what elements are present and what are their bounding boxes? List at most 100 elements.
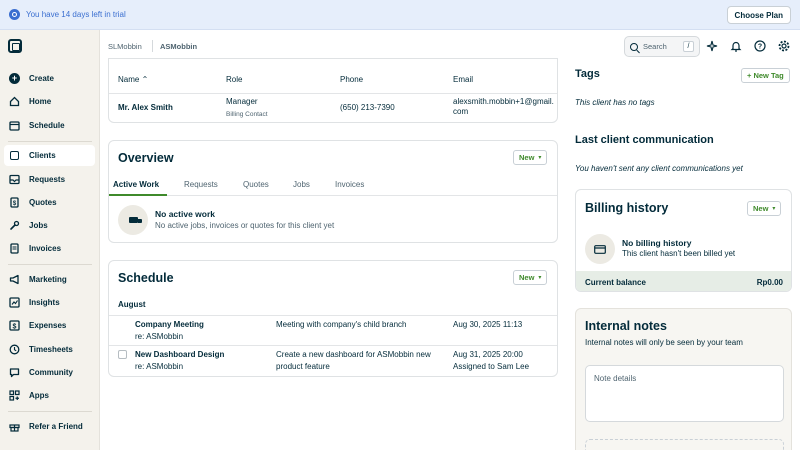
sidebar-divider	[8, 141, 92, 142]
sidebar-item-refer[interactable]: Refer a Friend	[4, 416, 95, 437]
sidebar-item-apps[interactable]: Apps	[4, 385, 95, 406]
tab-jobs[interactable]: Jobs	[293, 180, 310, 189]
tabs-divider	[109, 195, 557, 196]
sidebar-item-label: Quotes	[29, 198, 57, 207]
sidebar-item-label: Jobs	[29, 221, 48, 230]
billing-card-icon	[585, 234, 615, 264]
col-header-phone: Phone	[340, 75, 364, 84]
truck-icon	[118, 205, 148, 235]
schedule-item-date: Aug 30, 2025 11:13	[453, 320, 523, 329]
plus-circle-icon: +	[9, 73, 20, 84]
col-header-name[interactable]: Name ⌃	[118, 75, 148, 84]
overview-empty-text: No active jobs, invoices or quotes for t…	[155, 221, 335, 230]
bell-icon[interactable]	[730, 40, 742, 52]
invoice-icon	[9, 243, 20, 254]
communication-empty: You haven't sent any client communicatio…	[575, 164, 743, 173]
balance-bar: Current balance Rp0.00	[576, 271, 791, 291]
sidebar-item-invoices[interactable]: Invoices	[4, 238, 95, 259]
tab-quotes[interactable]: Quotes	[243, 180, 269, 189]
billing-empty-text: This client hasn't been billed yet	[622, 249, 736, 258]
clock-icon	[9, 344, 20, 355]
sidebar-item-clients[interactable]: Clients	[4, 145, 95, 166]
sidebar-item-marketing[interactable]: Marketing	[4, 269, 95, 290]
file-dropzone[interactable]	[585, 439, 784, 450]
sort-icon: ⌃	[141, 75, 149, 84]
billing-empty-title: No billing history	[622, 238, 692, 248]
overview-empty-title: No active work	[155, 209, 215, 219]
tags-title: Tags	[575, 68, 600, 80]
sidebar-item-quotes[interactable]: $ Quotes	[4, 192, 95, 213]
sidebar-item-home[interactable]: Home	[4, 91, 95, 112]
billing-card: Billing history New ▾ No billing history …	[575, 189, 792, 292]
svg-text:$: $	[13, 323, 17, 330]
sidebar-item-insights[interactable]: Insights	[4, 292, 95, 313]
contact-role-sub: Billing Contact	[226, 111, 268, 118]
apps-icon	[9, 390, 20, 401]
sidebar-item-expenses[interactable]: $ Expenses	[4, 315, 95, 336]
sidebar-item-label: Marketing	[29, 275, 67, 284]
active-tab-indicator	[109, 194, 167, 196]
sidebar-item-schedule[interactable]: Schedule	[4, 115, 95, 136]
sidebar-item-label: Refer a Friend	[29, 422, 83, 431]
schedule-item-assignee: Assigned to Sam Lee	[453, 362, 530, 371]
note-details-input[interactable]: Note details	[585, 365, 784, 422]
notes-subtitle: Internal notes will only be seen by your…	[585, 338, 743, 347]
contact-role: Manager	[226, 97, 258, 106]
schedule-item-sub: re: ASMobbin	[135, 362, 184, 371]
wrench-icon	[9, 220, 20, 231]
schedule-item-desc2: product feature	[276, 362, 330, 371]
billing-new-button[interactable]: New ▾	[747, 201, 782, 216]
sidebar-item-timesheets[interactable]: Timesheets	[4, 339, 95, 360]
new-tag-button[interactable]: + New Tag	[741, 68, 790, 83]
logo-icon[interactable]	[8, 39, 22, 53]
chevron-down-icon: ▾	[772, 206, 776, 212]
inbox-icon	[9, 174, 20, 185]
tab-requests[interactable]: Requests	[184, 180, 218, 189]
tab-invoices[interactable]: Invoices	[335, 180, 364, 189]
schedule-item-desc: Meeting with company's child branch	[276, 320, 407, 329]
note-placeholder: Note details	[594, 374, 637, 383]
notes-title: Internal notes	[585, 319, 667, 333]
info-icon	[9, 9, 20, 20]
breadcrumb-separator	[152, 40, 153, 52]
sidebar-item-label: Expenses	[29, 321, 67, 330]
dollar-icon: $	[9, 320, 20, 331]
gear-icon[interactable]	[778, 40, 790, 52]
chevron-down-icon: ▾	[538, 275, 542, 281]
communication-title: Last client communication	[575, 134, 714, 146]
sidebar-item-label: Apps	[29, 391, 49, 400]
schedule-card: Schedule New ▾ August Company Meeting re:…	[108, 260, 558, 377]
schedule-item-desc: Create a new dashboard for ASMobbin new	[276, 350, 431, 359]
help-icon[interactable]: ?	[754, 40, 766, 52]
choose-plan-button[interactable]: Choose Plan	[726, 6, 791, 24]
overview-title: Overview	[118, 151, 174, 165]
search-shortcut: /	[683, 41, 694, 52]
megaphone-icon	[9, 274, 20, 285]
schedule-item-date: Aug 31, 2025 20:00	[453, 350, 523, 359]
contact-email-line2: com	[453, 107, 469, 116]
contact-name: Mr. Alex Smith	[118, 103, 173, 112]
task-checkbox[interactable]	[118, 350, 127, 359]
schedule-title: Schedule	[118, 271, 174, 285]
clients-icon	[9, 150, 20, 161]
sidebar-item-label: Create	[29, 74, 54, 83]
col-header-role: Role	[226, 75, 243, 84]
col-header-email: Email	[453, 75, 474, 84]
schedule-month: August	[118, 300, 146, 309]
sparkle-icon[interactable]	[706, 40, 718, 52]
sidebar-item-requests[interactable]: Requests	[4, 169, 95, 190]
overview-new-button[interactable]: New ▾	[513, 150, 548, 165]
sidebar-item-create[interactable]: + Create	[4, 68, 95, 89]
sidebar-item-jobs[interactable]: Jobs	[4, 215, 95, 236]
breadcrumb-parent[interactable]: SLMobbin	[108, 42, 142, 51]
contact-email-line1: alexsmith.mobbin+1@gmail.	[453, 97, 554, 106]
sidebar-divider	[8, 411, 92, 412]
chat-icon	[9, 367, 20, 378]
sidebar-item-community[interactable]: Community	[4, 362, 95, 383]
tab-active-work[interactable]: Active Work	[113, 180, 159, 189]
schedule-new-button[interactable]: New ▾	[513, 270, 548, 285]
quote-icon: $	[9, 197, 20, 208]
search-input[interactable]: Search /	[624, 36, 700, 57]
calendar-icon	[9, 120, 20, 131]
balance-label: Current balance	[585, 278, 646, 287]
